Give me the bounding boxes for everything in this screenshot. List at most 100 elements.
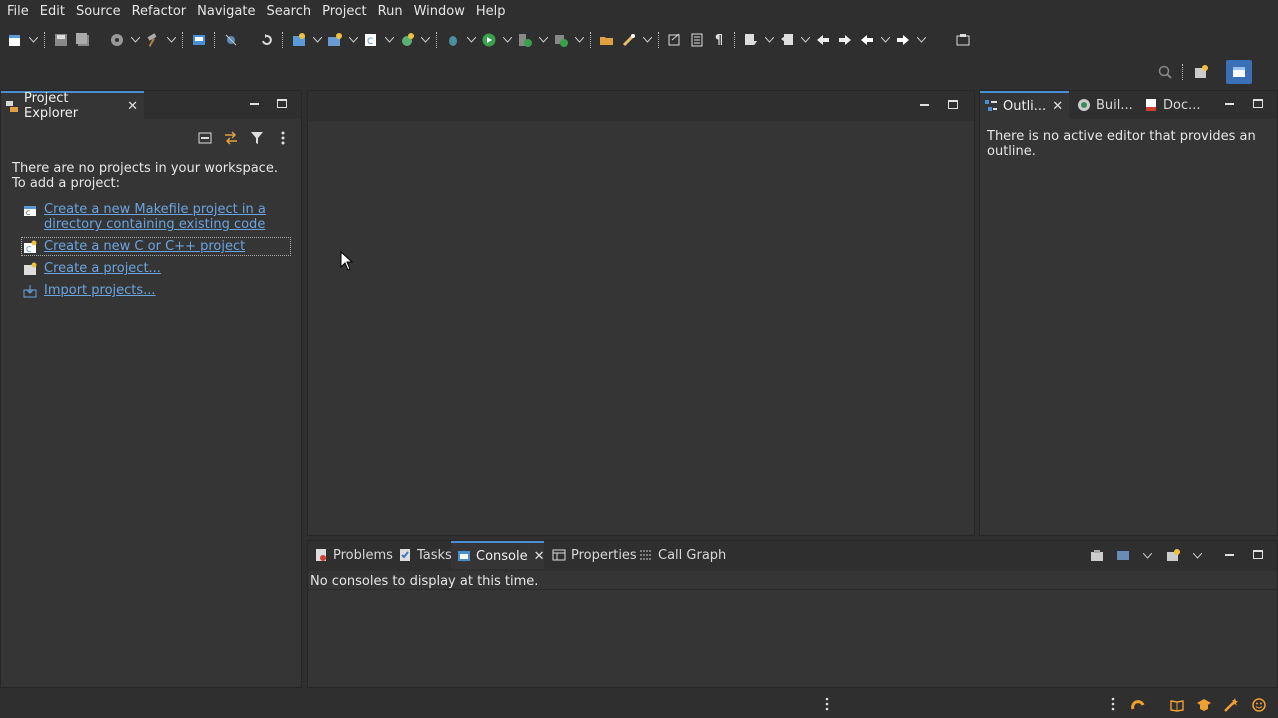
tab-properties[interactable]: Properties (546, 541, 643, 569)
new-class-dropdown-icon[interactable] (382, 29, 396, 51)
filter-icon[interactable] (247, 127, 267, 149)
open-console-icon[interactable] (1086, 545, 1108, 567)
back-dropdown-icon[interactable] (878, 29, 892, 51)
link-create-project[interactable]: Create a project... (23, 261, 291, 276)
tab-call-graph[interactable]: Call Graph (633, 541, 732, 569)
menu-file[interactable]: File (2, 0, 34, 24)
menu-project[interactable]: Project (317, 0, 371, 24)
new-folder-icon[interactable] (324, 29, 346, 51)
link-makefile-project[interactable]: C Create a new Makefile project in a dire… (23, 202, 291, 232)
view-menu-icon[interactable] (273, 127, 293, 149)
maximize-icon[interactable] (275, 97, 289, 111)
c-cpp-project-link[interactable]: Create a new C or C++ project (44, 239, 245, 254)
menu-run[interactable]: Run (373, 0, 408, 24)
makefile-project-link[interactable]: Create a new Makefile project in a direct… (44, 202, 266, 232)
maximize-icon[interactable] (1251, 548, 1265, 562)
back-icon[interactable] (856, 29, 878, 51)
build-dropdown-icon[interactable] (128, 29, 142, 51)
debug-icon[interactable] (220, 29, 242, 51)
prev-annotation-dropdown-icon[interactable] (798, 29, 812, 51)
run-icon[interactable] (478, 29, 500, 51)
new-file-dropdown-icon[interactable] (418, 29, 432, 51)
bug-icon[interactable] (442, 29, 464, 51)
new-c-project-dropdown-icon[interactable] (310, 29, 324, 51)
show-whitespace-icon[interactable]: ¶ (708, 29, 730, 51)
book-icon[interactable] (1166, 694, 1188, 716)
maximize-icon[interactable] (946, 98, 960, 112)
status-overflow-icon[interactable] (1111, 697, 1115, 715)
link-c-cpp-project[interactable]: C Create a new C or C++ project (21, 237, 291, 256)
minimize-icon[interactable] (918, 98, 932, 112)
search-wand-icon[interactable] (618, 29, 640, 51)
magic-wand-icon[interactable] (1220, 694, 1242, 716)
new-folder-dropdown-icon[interactable] (346, 29, 360, 51)
external-tool-dropdown-icon[interactable] (572, 29, 586, 51)
menu-edit[interactable]: Edit (35, 0, 70, 24)
save-all-icon[interactable] (72, 29, 94, 51)
search-dropdown-icon[interactable] (640, 29, 654, 51)
build-icon[interactable] (106, 29, 128, 51)
c-cpp-perspective-icon[interactable] (1226, 60, 1252, 84)
refresh-icon[interactable] (256, 29, 278, 51)
forward-icon[interactable] (892, 29, 914, 51)
menu-window[interactable]: Window (409, 0, 470, 24)
coverage-icon[interactable] (514, 29, 536, 51)
block-select-icon[interactable] (686, 29, 708, 51)
new-c-project-icon[interactable] (288, 29, 310, 51)
hammer-icon[interactable] (142, 29, 164, 51)
minimize-icon[interactable] (248, 97, 262, 111)
smiley-icon[interactable] (1248, 694, 1270, 716)
open-perspective-icon[interactable] (1190, 61, 1212, 83)
display-console-dropdown-icon[interactable] (1140, 545, 1154, 567)
close-icon[interactable]: ✕ (1052, 99, 1063, 114)
menu-source[interactable]: Source (71, 0, 126, 24)
coverage-dropdown-icon[interactable] (536, 29, 550, 51)
new-console-dropdown-icon[interactable] (1190, 545, 1204, 567)
collapse-all-icon[interactable] (195, 127, 215, 149)
new-console-icon[interactable] (1162, 545, 1184, 567)
search-icon[interactable] (1154, 61, 1176, 83)
forward-edit-icon[interactable] (834, 29, 856, 51)
display-console-icon[interactable] (1112, 545, 1134, 567)
prev-annotation-icon[interactable] (776, 29, 798, 51)
menu-help[interactable]: Help (471, 0, 511, 24)
terminal-icon[interactable] (188, 29, 210, 51)
tab-problems[interactable]: Problems (308, 541, 399, 569)
graduation-cap-icon[interactable] (1193, 694, 1215, 716)
hammer-dropdown-icon[interactable] (164, 29, 178, 51)
link-editor-icon[interactable] (221, 127, 241, 149)
new-dropdown-icon[interactable] (26, 29, 40, 51)
annotation-dropdown-icon[interactable] (762, 29, 776, 51)
new-file-icon[interactable] (396, 29, 418, 51)
new-class-icon[interactable]: C (360, 29, 382, 51)
menu-navigate[interactable]: Navigate (192, 0, 260, 24)
menu-search[interactable]: Search (261, 0, 316, 24)
new-icon[interactable] (4, 29, 26, 51)
import-projects-link[interactable]: Import projects... (44, 283, 156, 298)
tab-project-explorer[interactable]: Project Explorer ✕ (1, 91, 144, 121)
tab-outline[interactable]: Outli... ✕ (980, 91, 1069, 119)
minimize-icon[interactable] (1223, 97, 1237, 111)
toggle-mark-icon[interactable] (664, 29, 686, 51)
create-project-link[interactable]: Create a project... (44, 261, 161, 276)
external-tool-icon[interactable] (550, 29, 572, 51)
forward-dropdown-icon[interactable] (914, 29, 928, 51)
tab-console[interactable]: Console ✕ (451, 541, 545, 569)
annotation-icon[interactable] (740, 29, 762, 51)
close-icon[interactable]: ✕ (127, 99, 138, 114)
heap-status-icon[interactable] (1127, 694, 1149, 716)
status-view-menu-icon[interactable] (825, 697, 829, 715)
menu-refactor[interactable]: Refactor (127, 0, 192, 24)
tab-build-targets[interactable]: Buil... (1071, 91, 1139, 119)
bug-dropdown-icon[interactable] (464, 29, 478, 51)
tab-documentation[interactable]: Doc... (1138, 91, 1207, 119)
tab-tasks[interactable]: Tasks (392, 541, 458, 569)
last-edit-icon[interactable] (812, 29, 834, 51)
open-type-icon[interactable] (596, 29, 618, 51)
run-dropdown-icon[interactable] (500, 29, 514, 51)
minimize-icon[interactable] (1223, 548, 1237, 562)
pin-icon[interactable] (952, 29, 974, 51)
maximize-icon[interactable] (1251, 97, 1265, 111)
close-icon[interactable]: ✕ (534, 549, 545, 564)
link-import-projects[interactable]: Import projects... (23, 283, 291, 298)
